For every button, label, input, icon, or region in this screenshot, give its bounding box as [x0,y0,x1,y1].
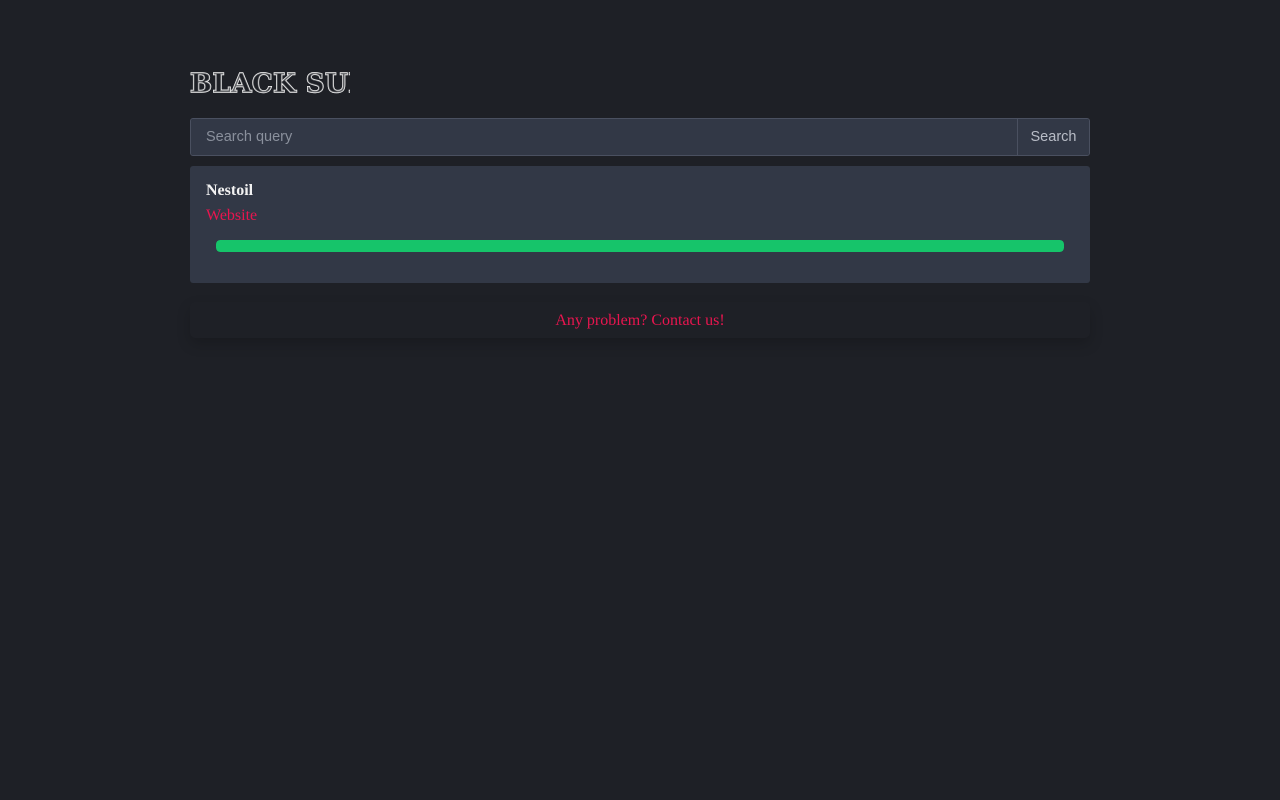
logo-wordmark-icon: BLACK SUIT BLACK SUIT [190,68,350,98]
svg-text:BLACK SUIT: BLACK SUIT [190,69,350,98]
result-card: Nestoil Website [190,166,1090,283]
contact-us-link[interactable]: Any problem? Contact us! [555,311,724,331]
search-input[interactable] [191,119,1017,155]
search-button[interactable]: Search [1017,119,1089,155]
brand-logo[interactable]: BLACK SUIT BLACK SUIT [190,66,350,98]
result-website-link[interactable]: Website [206,206,257,226]
result-progress-fill [216,240,1064,252]
search-form: Search [190,118,1090,156]
result-progress-bar [216,240,1064,252]
footer: Any problem? Contact us! [190,302,1090,338]
result-title: Nestoil [206,182,254,199]
